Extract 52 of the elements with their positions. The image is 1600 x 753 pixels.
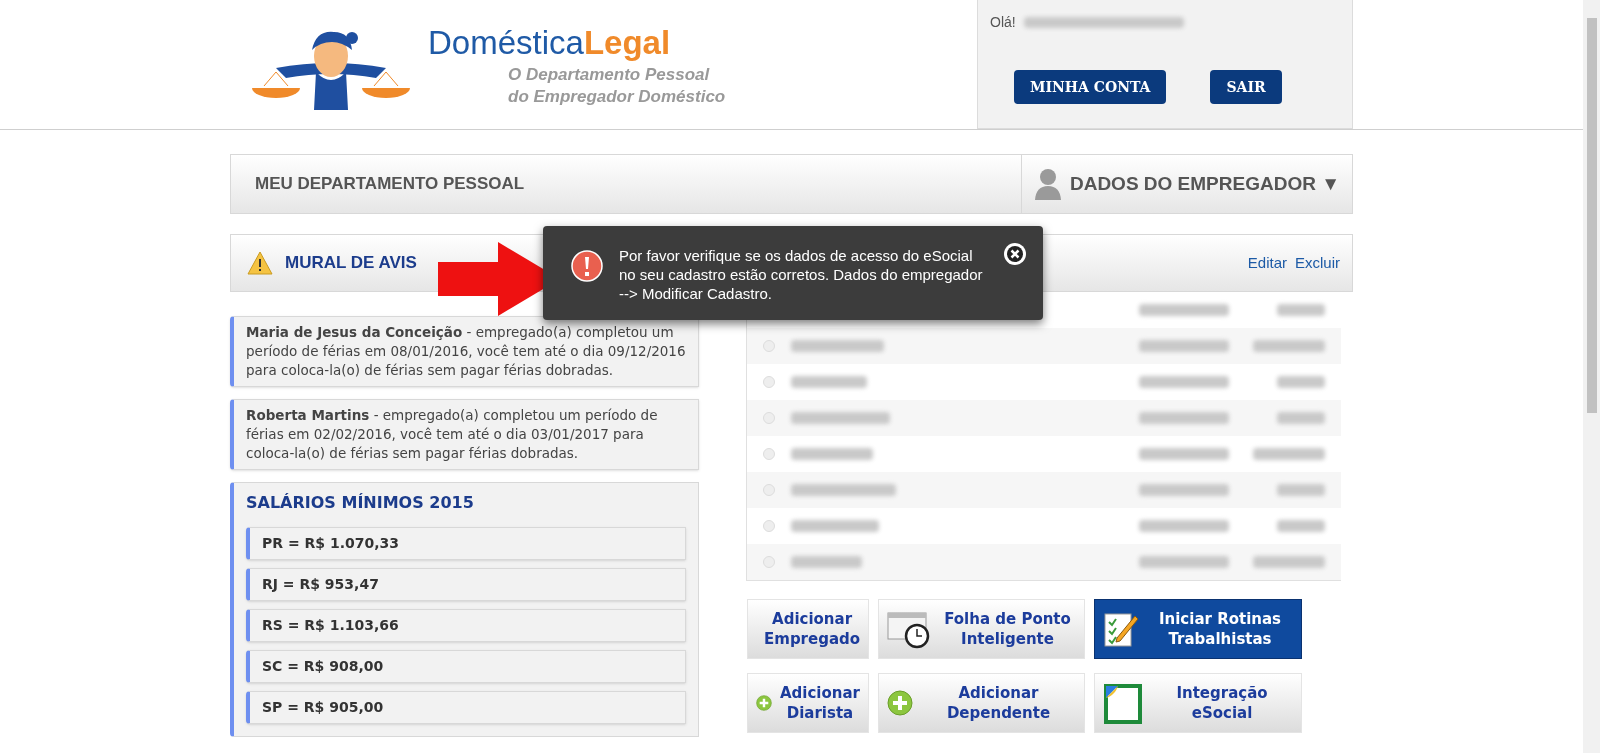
redacted-text xyxy=(1253,556,1325,568)
notice-text: Roberta Martins - empregado(a) completou um período de férias em 02/02/2016, você tem até o dia 03/01/2017 para coloca-la(o) de férias sem pagar férias dobradas. xyxy=(246,406,659,463)
account-button[interactable]: SAIR xyxy=(1210,70,1282,104)
person-icon xyxy=(1033,168,1062,200)
nav-title: MEU DEPARTAMENTO PESSOAL xyxy=(254,173,525,196)
radio-button[interactable] xyxy=(763,340,775,352)
redacted-text xyxy=(1277,304,1325,316)
logo-wordmark: Doméstica xyxy=(428,22,584,63)
action-button[interactable]: Integração eSocial xyxy=(1094,673,1302,733)
greeting-text: Olá! xyxy=(990,13,1016,32)
action-button[interactable]: Folha de Ponto Inteligente xyxy=(878,599,1085,659)
logo-wordmark-accent: Legal xyxy=(583,22,671,63)
salary-item: SC = R$ 908,00 xyxy=(246,650,686,683)
warning-icon xyxy=(247,251,273,275)
plus-circle-icon xyxy=(887,690,913,716)
checklist-pencil-icon xyxy=(1103,610,1139,648)
radio-button[interactable] xyxy=(763,484,775,496)
redacted-text xyxy=(1277,376,1325,388)
redacted-text xyxy=(791,556,862,568)
salary-item: PR = R$ 1.070,33 xyxy=(246,527,686,560)
redacted-text xyxy=(1253,448,1325,460)
logo-tagline: O Departamento Pessoal xyxy=(508,63,711,86)
radio-button[interactable] xyxy=(763,556,775,568)
action-button[interactable]: Adicionar Empregado xyxy=(747,599,869,659)
notice-text: Maria de Jesus da Conceição - empregado(a) completou um período de férias em 08/01/2016, você tem até o dia 09/12/2016 para coloca-la(o) de férias sem pagar férias dobradas. xyxy=(246,323,686,380)
radio-button[interactable] xyxy=(763,448,775,460)
action-button[interactable]: Adicionar Diarista xyxy=(747,673,869,733)
redacted-text xyxy=(1277,412,1325,424)
salary-title: SALÁRIOS MÍNIMOS 2015 xyxy=(246,492,475,514)
salary-item: SP = R$ 905,00 xyxy=(246,691,686,724)
redacted-text xyxy=(1277,484,1325,496)
salary-item: RS = R$ 1.103,66 xyxy=(246,609,686,642)
employee-action-link[interactable]: Editar xyxy=(1247,251,1287,275)
toast-message: Por favor verifique se os dados de acesso do eSocial no seu cadastro estão corretos. Dados do empregador --> Modificar Cadastro. xyxy=(619,246,984,303)
radio-button[interactable] xyxy=(763,376,775,388)
calendar-clock-icon xyxy=(887,609,931,649)
logo-tagline: do Empregador Doméstico xyxy=(508,85,726,108)
redacted-text xyxy=(1277,520,1325,532)
radio-button[interactable] xyxy=(763,412,775,424)
document-icon xyxy=(1103,681,1143,725)
employer-data-menu[interactable]: DADOS DO EMPREGADOR ▼ xyxy=(1020,155,1352,213)
action-button[interactable]: Iniciar Rotinas Trabalhistas xyxy=(1094,599,1302,659)
radio-button[interactable] xyxy=(763,520,775,532)
notice-board-title: MURAL DE AVIS xyxy=(285,252,417,275)
error-icon xyxy=(571,250,603,282)
account-button[interactable]: MINHA CONTA xyxy=(1014,70,1167,104)
close-icon[interactable] xyxy=(1003,242,1027,266)
salary-item: RJ = R$ 953,47 xyxy=(246,568,686,601)
scrollbar[interactable] xyxy=(1583,0,1600,753)
action-button[interactable]: Adicionar Dependente xyxy=(878,673,1085,733)
employee-action-link[interactable]: Excluir xyxy=(1295,251,1340,275)
redacted-text xyxy=(1253,340,1325,352)
